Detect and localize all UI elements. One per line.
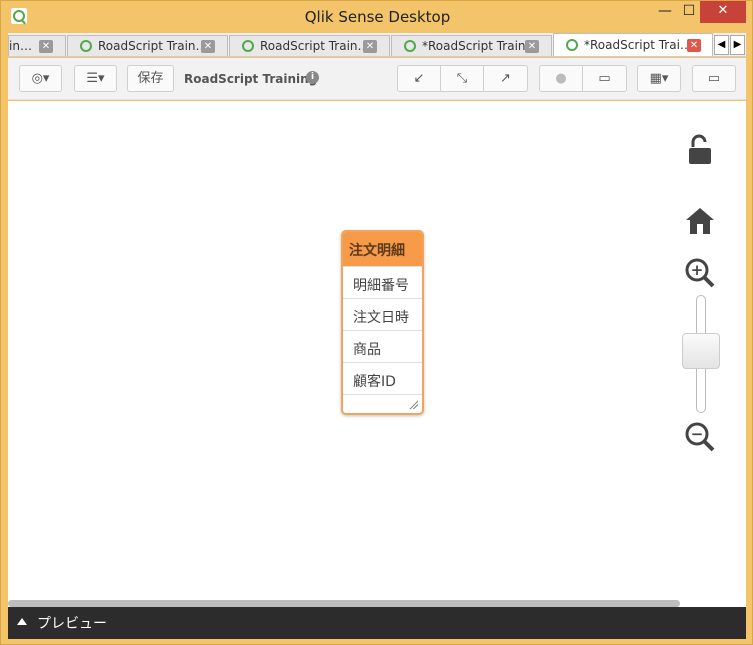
save-button[interactable]: 保存 xyxy=(127,65,174,92)
field-item[interactable]: 注文日時 xyxy=(343,298,422,330)
qlik-tab-icon xyxy=(404,40,416,52)
tab-3[interactable]: *RoadScript Train… ✕ xyxy=(391,35,552,56)
field-item[interactable]: 顧客ID xyxy=(343,362,422,394)
tab-scroll-right-button[interactable]: ▶ xyxy=(730,35,745,55)
info-icon[interactable]: i xyxy=(306,71,319,84)
internal-table-view-button[interactable]: ● xyxy=(539,65,583,92)
tab-label: RoadScript Train… xyxy=(98,39,208,53)
qlik-tab-icon xyxy=(242,40,254,52)
field-item[interactable]: 明細番号 xyxy=(343,266,422,298)
resize-grip-icon[interactable] xyxy=(409,400,418,409)
tab-label: RoadScript Train… xyxy=(260,39,370,53)
table-card[interactable]: 注文明細 明細番号 注文日時 商品 顧客ID xyxy=(341,230,424,415)
tab-close-icon[interactable]: ✕ xyxy=(39,40,53,53)
tab-0[interactable]: in… ✕ xyxy=(8,35,66,56)
maximize-button[interactable]: ☐ xyxy=(675,1,703,23)
show-linked-fields-button[interactable]: ⤡ xyxy=(440,65,484,92)
app-window: Qlik Sense Desktop — ☐ ✕ in… ✕ RoadScrip… xyxy=(0,0,753,645)
tab-close-icon[interactable]: ✕ xyxy=(363,40,377,53)
layout-menu-button[interactable]: ▦▾ xyxy=(637,65,681,92)
preview-toggle-button[interactable]: ▭ xyxy=(692,65,736,92)
title-bar: Qlik Sense Desktop — ☐ ✕ xyxy=(1,1,752,33)
zoom-out-icon[interactable]: − xyxy=(684,421,716,453)
zoom-slider-thumb[interactable] xyxy=(682,333,720,369)
field-item[interactable]: 商品 xyxy=(343,330,422,362)
tab-close-icon[interactable]: ✕ xyxy=(687,39,701,52)
horizontal-scrollbar[interactable] xyxy=(8,600,680,607)
table-name[interactable]: 注文明細 xyxy=(343,232,422,266)
caret-up-icon xyxy=(17,618,27,625)
list-menu-button[interactable]: ☰▾ xyxy=(74,65,117,92)
app-name: RoadScript Training xyxy=(184,72,318,86)
window-title: Qlik Sense Desktop xyxy=(304,8,451,26)
tab-2[interactable]: RoadScript Train… ✕ xyxy=(229,35,390,56)
qlik-tab-icon xyxy=(80,40,92,52)
source-table-view-button[interactable]: ▭ xyxy=(582,65,627,92)
home-icon[interactable] xyxy=(684,205,716,237)
tab-label: in… xyxy=(9,39,32,53)
preview-label: プレビュー xyxy=(37,616,107,632)
zoom-in-glyph: + xyxy=(691,261,704,279)
tab-scroll-left-button[interactable]: ◀ xyxy=(714,35,729,55)
preview-panel-bar[interactable]: プレビュー xyxy=(8,607,746,639)
tab-label: *RoadScript Trai… xyxy=(584,38,692,52)
unlock-icon[interactable] xyxy=(688,134,712,166)
tab-1[interactable]: RoadScript Train… ✕ xyxy=(67,35,228,56)
tab-strip: in… ✕ RoadScript Train… ✕ RoadScript Tra… xyxy=(8,33,746,57)
collapse-all-button[interactable]: ↙ xyxy=(397,65,441,92)
data-model-canvas[interactable]: 注文明細 明細番号 注文日時 商品 顧客ID + − xyxy=(8,101,746,607)
zoom-out-glyph: − xyxy=(691,425,704,443)
qlik-tab-icon xyxy=(566,39,578,51)
expand-all-button[interactable]: ↗ xyxy=(483,65,528,92)
close-window-button[interactable]: ✕ xyxy=(700,1,746,23)
tab-label: *RoadScript Train… xyxy=(422,39,538,53)
toolbar: ◎▾ ☰▾ 保存 RoadScript Training i ↙ ⤡ ↗ ● ▭… xyxy=(8,58,746,100)
tab-close-icon[interactable]: ✕ xyxy=(201,40,215,53)
tab-close-icon[interactable]: ✕ xyxy=(525,40,539,53)
tab-4-active[interactable]: *RoadScript Trai… ✕ xyxy=(553,33,713,56)
zoom-in-icon[interactable]: + xyxy=(684,257,716,289)
navigation-menu-button[interactable]: ◎▾ xyxy=(19,65,62,92)
